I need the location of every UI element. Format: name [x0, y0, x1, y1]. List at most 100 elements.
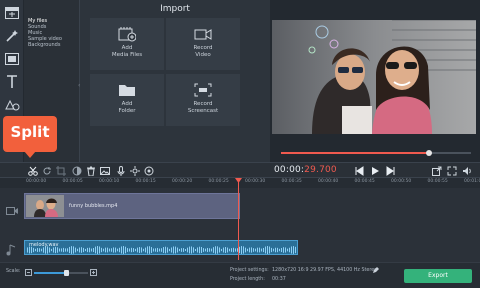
scissors-icon[interactable] [28, 166, 38, 176]
ruler-tick: 00:00:40 [318, 179, 339, 184]
playback-seek-bar[interactable] [281, 150, 471, 156]
color-adjust-icon[interactable] [72, 166, 82, 176]
import-icon[interactable] [2, 3, 22, 23]
waveform-bar [129, 248, 130, 252]
waveform-bar [173, 246, 174, 254]
video-clip-name: funny bubbles.mp4 [69, 203, 118, 209]
crop-icon[interactable] [56, 166, 66, 176]
waveform-bar [87, 247, 88, 253]
microphone-icon[interactable] [116, 166, 126, 176]
waveform-bar [185, 248, 186, 252]
waveform-bar [73, 246, 74, 254]
fullscreen-icon[interactable] [447, 166, 457, 176]
waveform-bar [235, 248, 236, 252]
waveform-bar [233, 247, 234, 253]
split-callout-pointer [24, 151, 36, 158]
waveform-bar [199, 246, 200, 254]
waveform-bar [261, 248, 262, 252]
waveform-bar [51, 248, 52, 252]
waveform-bar [105, 247, 106, 253]
transitions-icon[interactable] [2, 95, 22, 115]
ruler-tick: 00:00:10 [99, 179, 120, 184]
waveform-bar [251, 247, 252, 253]
waveform-bar [283, 247, 284, 253]
zoom-slider[interactable] [34, 270, 88, 276]
waveform-bar [293, 246, 294, 254]
waveform-bar [247, 248, 248, 252]
stabilize-icon[interactable] [144, 166, 154, 176]
add-folder-button[interactable]: Add Folder [90, 74, 164, 126]
add-media-files-button[interactable]: Add Media Files [90, 18, 164, 70]
rotate-icon[interactable] [42, 166, 52, 176]
zoom-out-icon[interactable] [25, 269, 32, 276]
waveform-bar [133, 248, 134, 252]
waveform-bar [155, 248, 156, 252]
add-media-files-label: Add Media Files [111, 45, 143, 58]
record-video-label: Record Video [193, 45, 213, 58]
timecode-main: 00:00: [274, 165, 305, 175]
waveform-bar [131, 247, 132, 253]
waveform-bar [89, 247, 90, 253]
waveform-bar [277, 247, 278, 253]
waveform-bar [291, 246, 292, 254]
settings-icon[interactable] [130, 166, 140, 176]
video-preview[interactable] [272, 20, 476, 134]
waveform-bar [49, 247, 50, 253]
record-screencast-button[interactable]: Record Screencast [166, 74, 240, 126]
image-icon[interactable] [100, 166, 110, 176]
waveform-bar [127, 248, 128, 252]
waveform-bar [285, 247, 286, 253]
video-clip[interactable]: funny bubbles.mp4 [24, 193, 240, 219]
next-frame-icon[interactable] [386, 166, 396, 176]
waveform-bar [115, 247, 116, 253]
ruler-tick: 00:00:30 [245, 179, 266, 184]
trash-icon[interactable] [86, 166, 96, 176]
record-video-button[interactable]: Record Video [166, 18, 240, 70]
waveform-bar [165, 246, 166, 254]
zoom-in-icon[interactable] [90, 269, 97, 276]
waveform-bar [167, 247, 168, 253]
waveform-bar [279, 248, 280, 252]
waveform-bar [189, 246, 190, 254]
waveform-bar [43, 247, 44, 253]
waveform-bar [163, 247, 164, 253]
ruler-tick: 00:00:50 [391, 179, 412, 184]
play-icon[interactable] [370, 166, 380, 176]
waveform-bar [111, 248, 112, 252]
ruler-tick: 00:01:00 [464, 179, 480, 184]
detach-preview-icon[interactable] [432, 166, 442, 176]
waveform-bar [53, 247, 54, 253]
export-button[interactable]: Export [404, 269, 472, 283]
waveform-bar [289, 247, 290, 253]
waveform-bar [241, 246, 242, 254]
waveform-bar [213, 247, 214, 253]
waveform-bar [57, 247, 58, 253]
previous-frame-icon[interactable] [354, 166, 364, 176]
timecode-display: 00:00:29.700 [274, 165, 337, 175]
audio-clip[interactable]: melody.wav [24, 240, 298, 255]
waveform-bar [205, 248, 206, 252]
zoom-handle[interactable] [64, 270, 70, 276]
waveform-bar [85, 248, 86, 252]
titles-icon[interactable] [2, 72, 22, 92]
playhead[interactable] [238, 178, 239, 260]
volume-icon[interactable] [462, 166, 472, 176]
waveform-bar [81, 247, 82, 253]
tree-item-backgrounds[interactable]: Backgrounds [28, 42, 60, 48]
video-clip-thumbnail [26, 195, 64, 217]
waveform-bar [91, 248, 92, 252]
waveform-bar [39, 248, 40, 252]
preview-frame [272, 20, 476, 134]
waveform-bar [151, 247, 152, 253]
waveform-bar [27, 247, 28, 253]
add-media-icon [118, 27, 136, 42]
record-screencast-label: Record Screencast [187, 101, 219, 114]
filters-icon[interactable] [2, 49, 22, 69]
waveform-bar [209, 248, 210, 252]
waveform-bar [183, 248, 184, 252]
pencil-icon[interactable] [372, 267, 379, 274]
waveform-bar [227, 247, 228, 253]
magic-wand-icon[interactable] [2, 26, 22, 46]
timecode-ms: 29.700 [304, 165, 337, 175]
waveform-bar [149, 246, 150, 254]
